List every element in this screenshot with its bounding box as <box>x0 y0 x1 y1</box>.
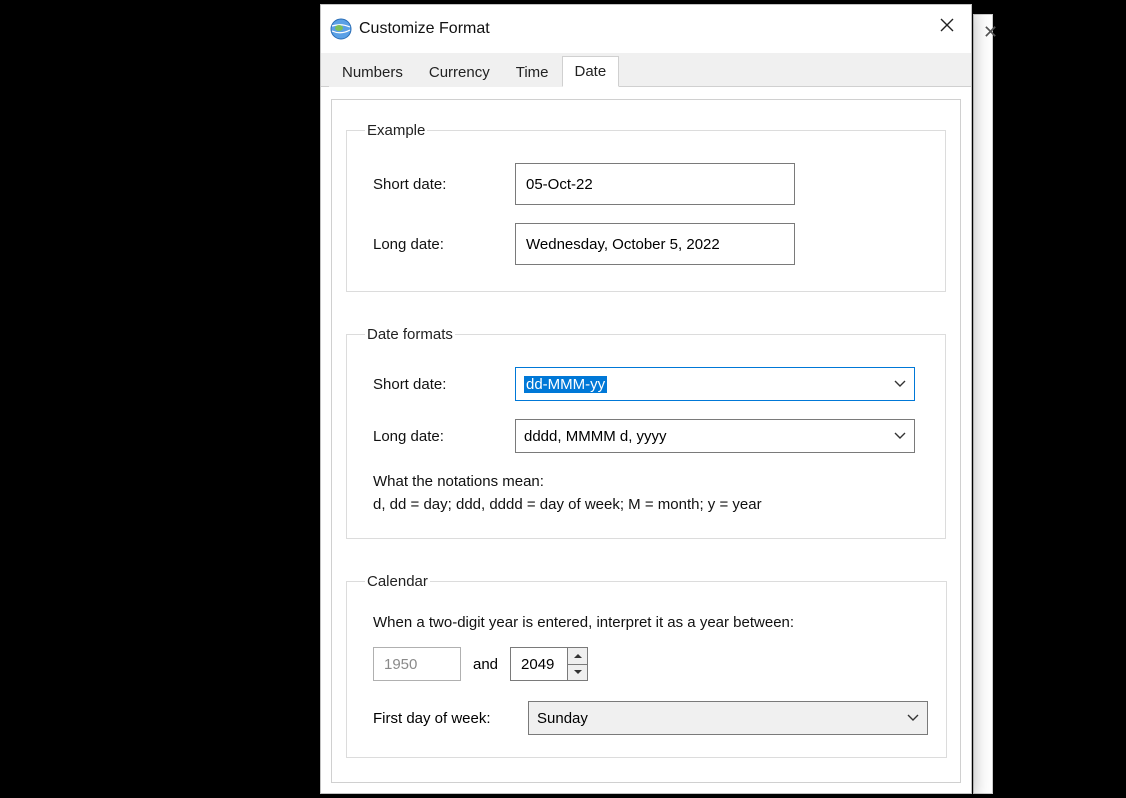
long-date-format-value: dddd, MMMM d, yyyy <box>516 428 886 445</box>
globe-icon <box>329 17 353 41</box>
example-short-label: Short date: <box>365 176 515 193</box>
short-date-format-value: dd-MMM-yy <box>524 376 607 393</box>
short-date-format-label: Short date: <box>365 376 515 393</box>
spinner-down-button[interactable] <box>568 665 587 681</box>
chevron-down-icon <box>886 368 914 400</box>
year-high-spinner[interactable] <box>510 647 588 681</box>
example-short-value: 05-Oct-22 <box>515 163 795 205</box>
notation-title: What the notations mean: <box>373 471 927 494</box>
example-long-label: Long date: <box>365 236 515 253</box>
notation-explainer: What the notations mean: d, dd = day; dd… <box>373 471 927 516</box>
date-formats-legend: Date formats <box>365 326 455 343</box>
close-icon <box>940 18 954 32</box>
tab-content: Example Short date: 05-Oct-22 Long date:… <box>321 87 971 793</box>
calendar-legend: Calendar <box>365 573 430 590</box>
year-low-readonly: 1950 <box>373 647 461 681</box>
background-close-icon: ✕ <box>983 22 998 43</box>
titlebar: Customize Format <box>321 5 971 53</box>
chevron-down-icon <box>886 420 914 452</box>
example-long-value: Wednesday, October 5, 2022 <box>515 223 795 265</box>
notation-legend: d, dd = day; ddd, dddd = day of week; M … <box>373 494 927 517</box>
and-label: and <box>473 656 498 673</box>
spinner-up-button[interactable] <box>568 648 587 665</box>
tab-numbers[interactable]: Numbers <box>329 57 416 87</box>
long-date-format-combobox[interactable]: dddd, MMMM d, yyyy <box>515 419 915 453</box>
tab-currency[interactable]: Currency <box>416 57 503 87</box>
tab-date[interactable]: Date <box>562 56 620 87</box>
background-window <box>973 14 993 794</box>
example-group: Example Short date: 05-Oct-22 Long date:… <box>346 122 946 292</box>
chevron-down-icon <box>899 702 927 734</box>
long-date-format-label: Long date: <box>365 428 515 445</box>
short-date-format-combobox[interactable]: dd-MMM-yy <box>515 367 915 401</box>
first-day-of-week-value: Sunday <box>529 710 899 727</box>
tabstrip: Numbers Currency Time Date <box>321 53 971 87</box>
first-day-of-week-label: First day of week: <box>373 710 528 727</box>
customize-format-dialog: Customize Format Numbers Currency Time D… <box>320 4 972 794</box>
window-title: Customize Format <box>359 20 490 38</box>
date-pane: Example Short date: 05-Oct-22 Long date:… <box>331 99 961 783</box>
chevron-down-icon <box>574 669 582 675</box>
chevron-up-icon <box>574 653 582 659</box>
first-day-of-week-combobox[interactable]: Sunday <box>528 701 928 735</box>
two-digit-year-text: When a two-digit year is entered, interp… <box>373 614 928 631</box>
year-high-input[interactable] <box>511 648 567 680</box>
tab-time[interactable]: Time <box>503 57 562 87</box>
date-formats-group: Date formats Short date: dd-MMM-yy Long … <box>346 326 946 539</box>
calendar-group: Calendar When a two-digit year is entere… <box>346 573 947 758</box>
close-button[interactable] <box>923 5 971 45</box>
example-legend: Example <box>365 122 427 139</box>
